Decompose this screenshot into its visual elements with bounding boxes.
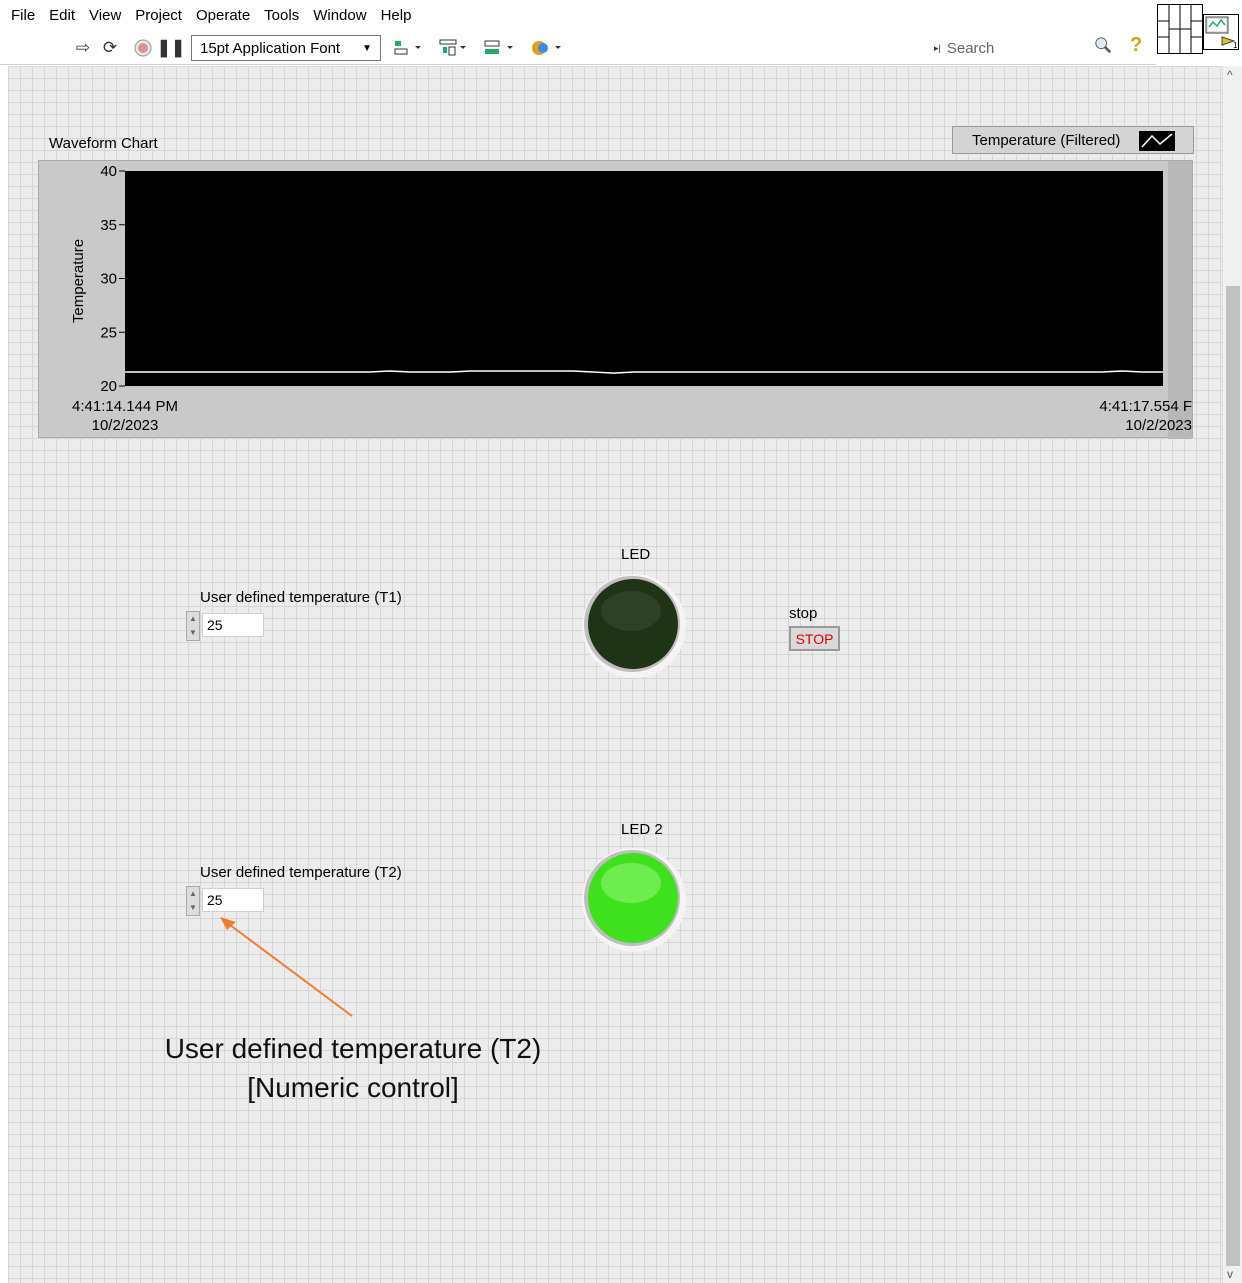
menu-file[interactable]: File [4,7,42,24]
search-expand-icon[interactable]: ▸| [934,43,941,54]
chart-plot: 40 35 30 25 20 Temperature 4:41:14.144 PM 10… [70,161,1192,439]
font-select[interactable]: 15pt Application Font ▼ [191,35,381,61]
chart-label[interactable]: Waveform Chart [49,135,158,152]
led1-indicator[interactable] [579,571,689,681]
search-placeholder: Search [946,39,995,57]
plot-legend[interactable]: Temperature (Filtered) [952,126,1194,154]
x-end-time: 4:41:17.554 F [1099,398,1192,415]
scrollbar-thumb[interactable] [1226,286,1240,1266]
front-panel: Waveform Chart Temperature (Filtered) 40… [8,66,1222,1283]
scroll-down-icon[interactable]: v [1227,1267,1233,1281]
scroll-up-icon[interactable]: ^ [1227,68,1233,82]
stop-button[interactable]: STOP [789,626,840,651]
resize-objects-icon[interactable] [482,35,516,61]
t1-numeric-control[interactable]: ▲ ▼ 25 [186,611,266,641]
vi-icon[interactable]: 1 [1203,14,1239,50]
y-tick-label: 30 [100,271,117,288]
font-select-value: 15pt Application Font [200,39,341,57]
legend-label: Temperature (Filtered) [972,131,1121,149]
help-icon[interactable]: ? [1130,34,1142,57]
t1-increment-decrement-icon[interactable]: ▲ ▼ [186,611,200,641]
plot-area [125,171,1163,386]
menu-project[interactable]: Project [128,7,189,24]
y-tick-label: 40 [100,163,117,180]
toolbar: ⇨ ⟳ ❚❚ 15pt Application Font ▼ ▸| Search [0,31,1156,65]
t1-label: User defined temperature (T1) [200,589,402,606]
connector-pane-icon[interactable] [1157,4,1203,54]
run-arrow-icon[interactable]: ⇨ [72,35,94,61]
chevron-down-icon: ▼ [362,42,372,54]
t2-label: User defined temperature (T2) [200,864,402,881]
y-tick-label: 35 [100,217,117,234]
vertical-scrollbar[interactable]: ^ v [1222,66,1242,1283]
t1-value-field[interactable]: 25 [202,613,264,637]
align-objects-icon[interactable] [392,35,424,61]
annotation-line1: User defined temperature (T2) [164,1033,542,1064]
menu-operate[interactable]: Operate [189,7,257,24]
run-continuously-icon[interactable]: ⟳ [99,35,121,61]
annotation-line2: [Numeric control] [247,1072,459,1103]
y-axis-label: Temperature [70,239,87,323]
menu-tools[interactable]: Tools [257,7,306,24]
x-start-time: 4:41:14.144 PM [72,398,178,415]
y-tick-label: 20 [100,378,117,395]
search-icon[interactable] [1094,36,1112,54]
waveform-chart[interactable]: 40 35 30 25 20 Temperature 4:41:14.144 PM 10… [38,160,1193,439]
menu-edit[interactable]: Edit [42,7,82,24]
annotation-arrow-icon [220,917,353,1017]
x-end-date: 10/2/2023 [1125,417,1192,434]
menu-window[interactable]: Window [306,7,373,24]
stop-label: stop [789,605,818,622]
led2-label: LED 2 [621,821,663,838]
distribute-objects-icon[interactable] [437,35,469,61]
abort-execution-icon[interactable] [132,35,154,61]
search-input[interactable]: ▸| Search [934,35,1118,61]
menu-bar: File Edit View Project Operate Tools Win… [0,0,1156,30]
menu-view[interactable]: View [82,7,128,24]
pause-icon[interactable]: ❚❚ [157,35,186,61]
annotation-text: User defined temperature (T2) [Numeric c… [153,1029,553,1107]
led1-label: LED [621,546,651,563]
y-tick-label: 25 [100,324,117,341]
x-start-date: 10/2/2023 [92,417,159,434]
plot-swatch-icon [1139,131,1175,151]
t2-increment-decrement-icon[interactable]: ▲ ▼ [186,886,200,916]
reorder-icon[interactable] [529,35,565,61]
led2-indicator[interactable] [579,845,689,955]
menu-help[interactable]: Help [374,7,419,24]
svg-text:1: 1 [1233,41,1238,49]
